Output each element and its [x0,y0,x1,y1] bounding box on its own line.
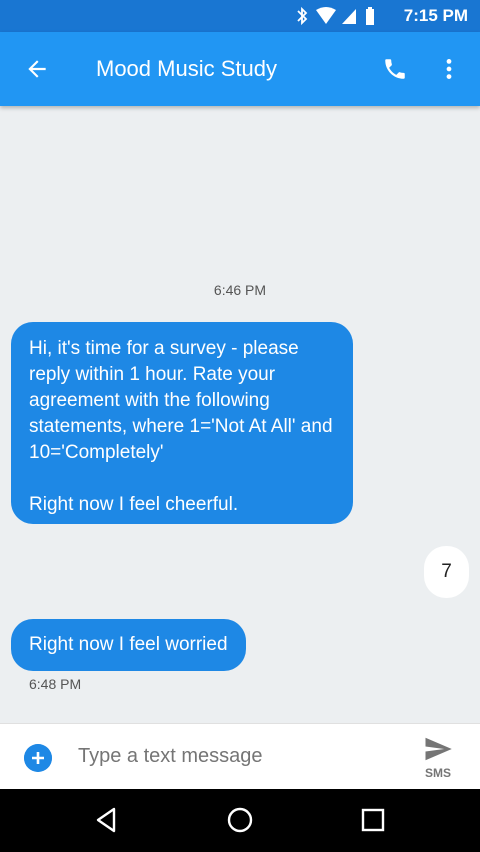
incoming-message[interactable]: Right now I feel worried [11,619,246,671]
message-text: 7 [441,561,452,582]
conversation-view[interactable]: 6:46 PM Hi, it's time for a survey - ple… [0,106,480,723]
conversation-title: Mood Music Study [96,56,277,81]
message-input[interactable] [76,744,380,769]
incoming-message[interactable]: Hi, it's time for a survey - please repl… [11,322,353,524]
back-arrow-icon[interactable] [24,56,50,82]
send-icon [425,737,452,761]
status-icons [297,6,374,26]
nav-back-icon[interactable] [92,805,122,835]
message-text: Right now I feel cheerful. [29,494,239,515]
bluetooth-icon [297,6,308,26]
status-bar: 7:15 PM [0,0,480,32]
wifi-icon [316,7,336,24]
add-attachment-icon[interactable] [24,744,52,772]
system-navigation-bar [0,789,480,852]
battery-icon [366,9,374,25]
message-text: Hi, it's time for a survey - please repl… [29,338,333,463]
nav-home-icon[interactable] [225,805,255,835]
app-bar: Mood Music Study [0,32,480,106]
send-label: SMS [424,766,451,780]
message-timestamp: 6:48 PM [29,676,82,692]
compose-bar: SMS [0,723,480,790]
message-timestamp: 6:46 PM [213,282,267,298]
message-text: Right now I feel worried [29,634,228,655]
nav-recents-icon[interactable] [358,805,388,835]
phone-call-icon[interactable] [382,56,408,82]
more-options-icon[interactable] [436,56,462,82]
status-time: 7:15 PM [403,6,468,25]
signal-icon [342,9,356,24]
send-button[interactable]: SMS [418,732,458,782]
outgoing-message[interactable]: 7 [424,546,469,598]
